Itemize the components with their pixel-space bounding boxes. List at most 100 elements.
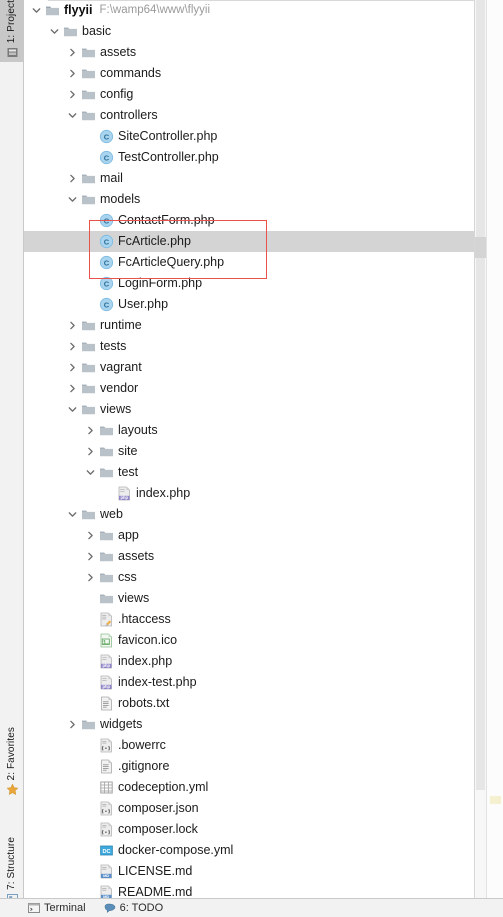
tree-node-views[interactable]: views bbox=[24, 588, 474, 609]
tree-node-label: index.php bbox=[118, 654, 173, 668]
tree-node-layouts[interactable]: layouts bbox=[24, 420, 474, 441]
tree-node-runtime[interactable]: runtime bbox=[24, 315, 474, 336]
php-class-icon: C bbox=[99, 150, 114, 165]
project-tree-scroll-area[interactable]: flyyii F:\wamp64\www\flyyii basic assets com… bbox=[24, 0, 475, 898]
tree-node-fcarticle-php[interactable]: C FcArticle.php bbox=[24, 231, 474, 252]
chevron-down-icon[interactable] bbox=[84, 467, 96, 479]
tree-node-label: controllers bbox=[100, 108, 158, 122]
tree-node-index-php[interactable]: php index.php bbox=[24, 483, 474, 504]
folder-icon bbox=[81, 66, 96, 81]
tree-node-index-php[interactable]: php index.php bbox=[24, 651, 474, 672]
tree-node-label: composer.lock bbox=[118, 822, 198, 836]
tree-node-vendor[interactable]: vendor bbox=[24, 378, 474, 399]
tree-node-testcontroller-php[interactable]: C TestController.php bbox=[24, 147, 474, 168]
chevron-right-icon[interactable] bbox=[84, 572, 96, 584]
tree-node-loginform-php[interactable]: C LoginForm.php bbox=[24, 273, 474, 294]
tree-node-label: docker-compose.yml bbox=[118, 843, 234, 857]
tree-node-widgets[interactable]: widgets bbox=[24, 714, 474, 735]
tree-node-vagrant[interactable]: vagrant bbox=[24, 357, 474, 378]
tree-node-tests[interactable]: tests bbox=[24, 336, 474, 357]
tool-tab-project[interactable]: 1: Project bbox=[0, 0, 24, 62]
chevron-right-icon[interactable] bbox=[66, 173, 78, 185]
tree-node-label: mail bbox=[100, 171, 123, 185]
tree-node-label: robots.txt bbox=[118, 696, 170, 710]
tree-node-robots-txt[interactable]: robots.txt bbox=[24, 693, 474, 714]
folder-icon bbox=[81, 318, 96, 333]
chevron-right-icon[interactable] bbox=[66, 341, 78, 353]
tool-tab-favorites[interactable]: 2: Favorites bbox=[0, 724, 24, 799]
chevron-right-icon[interactable] bbox=[66, 383, 78, 395]
tree-node-contactform-php[interactable]: C ContactForm.php bbox=[24, 210, 474, 231]
chevron-down-icon[interactable] bbox=[66, 509, 78, 521]
tree-node-views[interactable]: views bbox=[24, 399, 474, 420]
tool-tab-favorites-label: 2: Favorites bbox=[6, 726, 17, 780]
tree-node-assets[interactable]: assets bbox=[24, 546, 474, 567]
tree-node-test[interactable]: test bbox=[24, 462, 474, 483]
tree-node-sitecontroller-php[interactable]: C SiteController.php bbox=[24, 126, 474, 147]
tree-node-license-md[interactable]: MD LICENSE.md bbox=[24, 861, 474, 882]
status-item-todo[interactable]: 6: TODO bbox=[104, 902, 163, 914]
svg-text:C: C bbox=[104, 279, 110, 288]
chevron-right-icon[interactable] bbox=[84, 530, 96, 542]
editor-marker-gutter[interactable] bbox=[486, 0, 503, 917]
tree-node-htaccess[interactable]: .htaccess bbox=[24, 609, 474, 630]
tree-node-codeception-yml[interactable]: codeception.yml bbox=[24, 777, 474, 798]
chevron-right-icon[interactable] bbox=[84, 551, 96, 563]
tree-node-spacer bbox=[84, 614, 96, 626]
tree-node-label: .gitignore bbox=[118, 759, 170, 773]
chevron-right-icon[interactable] bbox=[66, 362, 78, 374]
tree-node-docker-compose-yml[interactable]: DC docker-compose.yml bbox=[24, 840, 474, 861]
tree-node-models[interactable]: models bbox=[24, 189, 474, 210]
tree-node-spacer bbox=[84, 152, 96, 164]
chevron-down-icon[interactable] bbox=[66, 194, 78, 206]
chevron-right-icon[interactable] bbox=[66, 719, 78, 731]
tree-node-spacer bbox=[84, 593, 96, 605]
tree-node-site[interactable]: site bbox=[24, 441, 474, 462]
status-item-terminal[interactable]: Terminal bbox=[28, 902, 86, 914]
tree-node-web[interactable]: web bbox=[24, 504, 474, 525]
tree-node-bowerrc[interactable]: .bowerrc bbox=[24, 735, 474, 756]
tree-node-label: app bbox=[118, 528, 139, 542]
tree-node-app[interactable]: app bbox=[24, 525, 474, 546]
tree-node-readme-md[interactable]: MD README.md bbox=[24, 882, 474, 898]
chevron-right-icon[interactable] bbox=[84, 446, 96, 458]
tree-scrollbar-column[interactable] bbox=[475, 0, 486, 917]
php-class-icon: C bbox=[99, 276, 114, 291]
tree-node-spacer bbox=[84, 236, 96, 248]
tree-node-assets[interactable]: assets bbox=[24, 42, 474, 63]
chevron-right-icon[interactable] bbox=[66, 47, 78, 59]
tree-node-fcarticlequery-php[interactable]: C FcArticleQuery.php bbox=[24, 252, 474, 273]
tree-node-flyyii[interactable]: flyyii F:\wamp64\www\flyyii bbox=[24, 0, 474, 21]
chevron-right-icon[interactable] bbox=[66, 320, 78, 332]
chevron-right-icon[interactable] bbox=[66, 68, 78, 80]
chevron-down-icon[interactable] bbox=[48, 26, 60, 38]
tree-node-mail[interactable]: mail bbox=[24, 168, 474, 189]
tree-node-composer-json[interactable]: composer.json bbox=[24, 798, 474, 819]
tree-node-index-test-php[interactable]: php index-test.php bbox=[24, 672, 474, 693]
tree-node-basic[interactable]: basic bbox=[24, 21, 474, 42]
tree-node-gitignore[interactable]: .gitignore bbox=[24, 756, 474, 777]
htaccess-icon bbox=[99, 612, 114, 627]
tree-node-controllers[interactable]: controllers bbox=[24, 105, 474, 126]
folder-icon bbox=[81, 171, 96, 186]
chevron-right-icon[interactable] bbox=[66, 89, 78, 101]
tool-tab-project-label: 1: Project bbox=[6, 0, 17, 43]
tree-node-user-php[interactable]: C User.php bbox=[24, 294, 474, 315]
chevron-down-icon[interactable] bbox=[66, 404, 78, 416]
chevron-down-icon[interactable] bbox=[30, 5, 42, 17]
tree-node-commands[interactable]: commands bbox=[24, 63, 474, 84]
tree-node-spacer bbox=[84, 131, 96, 143]
tree-node-config[interactable]: config bbox=[24, 84, 474, 105]
tree-node-css[interactable]: css bbox=[24, 567, 474, 588]
gutter-track[interactable] bbox=[487, 0, 503, 917]
tree-node-label: index.php bbox=[136, 486, 191, 500]
php-class-icon: C bbox=[99, 255, 114, 270]
tree-node-spacer bbox=[84, 635, 96, 647]
tree-scrollbar-thumb[interactable] bbox=[476, 0, 485, 790]
tree-node-composer-lock[interactable]: composer.lock bbox=[24, 819, 474, 840]
tree-node-favicon-ico[interactable]: favicon.ico bbox=[24, 630, 474, 651]
markdown-file-icon: MD bbox=[99, 864, 114, 879]
chevron-right-icon[interactable] bbox=[84, 425, 96, 437]
chevron-down-icon[interactable] bbox=[66, 110, 78, 122]
gutter-warning-marker[interactable] bbox=[490, 796, 501, 804]
